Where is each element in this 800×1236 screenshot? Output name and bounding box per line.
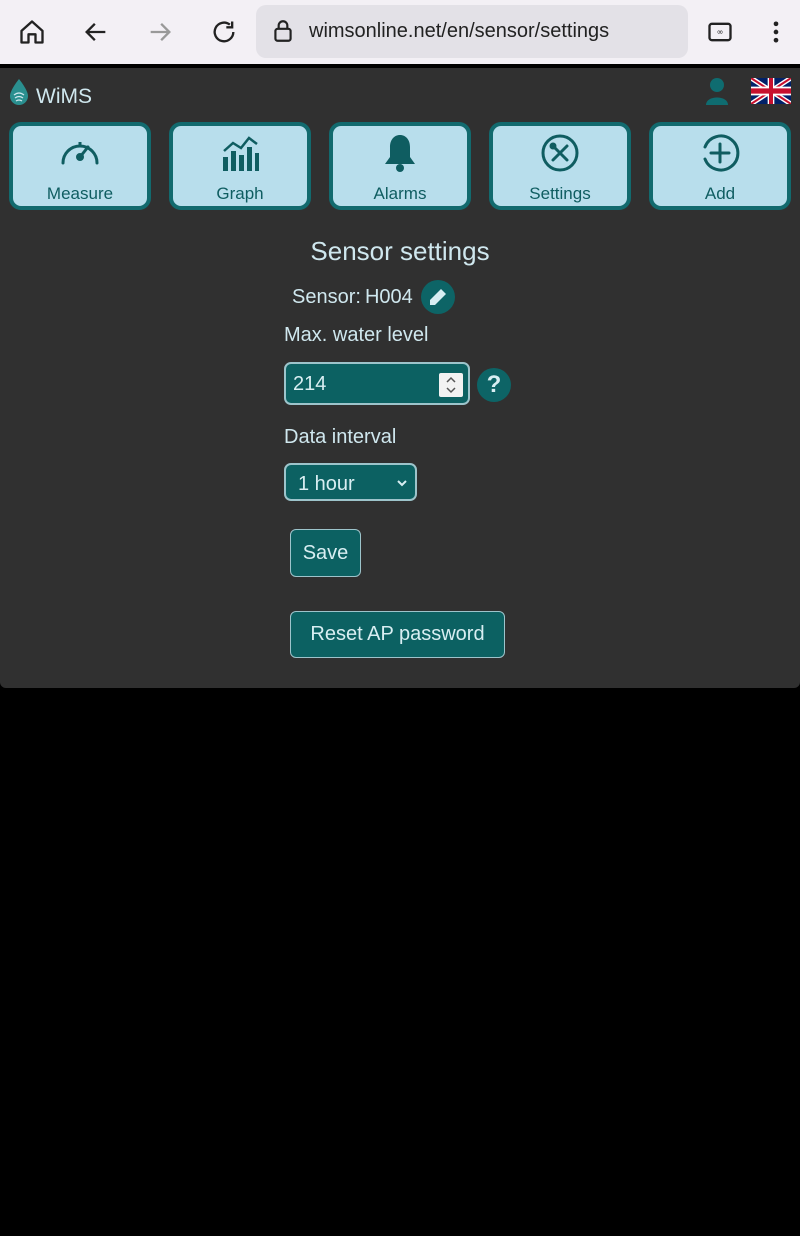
nav-graph-button[interactable]: Graph bbox=[169, 122, 311, 210]
data-interval-label: Data interval bbox=[284, 426, 397, 448]
reset-ap-password-button[interactable]: Reset AP password bbox=[290, 611, 505, 658]
lock-icon bbox=[270, 18, 296, 49]
tab-switcher-icon[interactable]: ∞ bbox=[700, 12, 740, 52]
reload-icon[interactable] bbox=[204, 12, 244, 52]
forward-arrow-icon[interactable] bbox=[140, 12, 180, 52]
tools-icon bbox=[493, 132, 627, 174]
brand-logo[interactable]: WiMS bbox=[8, 78, 92, 111]
nav-graph-label: Graph bbox=[216, 184, 264, 203]
max-water-level-value: 214 bbox=[293, 373, 327, 395]
sensor-label: Sensor: bbox=[292, 285, 361, 308]
nav-measure-label: Measure bbox=[46, 184, 114, 203]
sensor-id: H004 bbox=[364, 285, 413, 308]
back-arrow-icon[interactable] bbox=[76, 12, 116, 52]
browser-toolbar: wimsonline.net/en/sensor/settings ∞ bbox=[0, 0, 800, 64]
page-title: Sensor settings bbox=[310, 236, 490, 266]
url-text: wimsonline.net/en/sensor/settings bbox=[309, 20, 610, 42]
data-interval-value: 1 hour bbox=[298, 473, 355, 495]
plus-circle-icon bbox=[653, 132, 787, 174]
more-menu-icon[interactable] bbox=[756, 12, 796, 52]
sensor-row: Sensor: H004 bbox=[292, 280, 455, 314]
data-interval-select[interactable]: 1 hour bbox=[284, 463, 417, 501]
user-icon[interactable] bbox=[704, 76, 730, 111]
main-nav: Measure Graph Alarms Settings Add bbox=[9, 122, 793, 210]
nav-settings-label: Settings bbox=[529, 184, 591, 203]
brand-name: WiMS bbox=[36, 84, 92, 108]
number-spinner[interactable] bbox=[439, 373, 463, 397]
address-bar[interactable]: wimsonline.net/en/sensor/settings bbox=[256, 5, 688, 58]
nav-alarms-button[interactable]: Alarms bbox=[329, 122, 471, 210]
edit-sensor-button[interactable] bbox=[420, 280, 455, 314]
water-drop-icon bbox=[8, 78, 30, 111]
svg-text:∞: ∞ bbox=[717, 26, 724, 36]
bell-icon bbox=[333, 132, 467, 174]
bar-chart-icon bbox=[173, 132, 307, 174]
speedometer-icon bbox=[13, 132, 147, 174]
pencil-icon bbox=[429, 289, 446, 305]
nav-add-button[interactable]: Add bbox=[649, 122, 791, 210]
max-water-level-input[interactable]: 214 bbox=[284, 362, 470, 405]
help-button[interactable]: ? bbox=[477, 368, 511, 402]
app-panel: WiMS Measure Graph Alarms Settings Add S… bbox=[0, 68, 800, 688]
nav-settings-button[interactable]: Settings bbox=[489, 122, 631, 210]
chevron-down-icon bbox=[395, 476, 409, 495]
nav-alarms-label: Alarms bbox=[373, 184, 427, 203]
home-icon[interactable] bbox=[12, 12, 52, 52]
save-button[interactable]: Save bbox=[290, 529, 361, 577]
nav-add-label: Add bbox=[704, 184, 736, 203]
nav-measure-button[interactable]: Measure bbox=[9, 122, 151, 210]
max-water-level-label: Max. water level bbox=[284, 324, 429, 346]
uk-flag-icon[interactable] bbox=[750, 75, 792, 107]
